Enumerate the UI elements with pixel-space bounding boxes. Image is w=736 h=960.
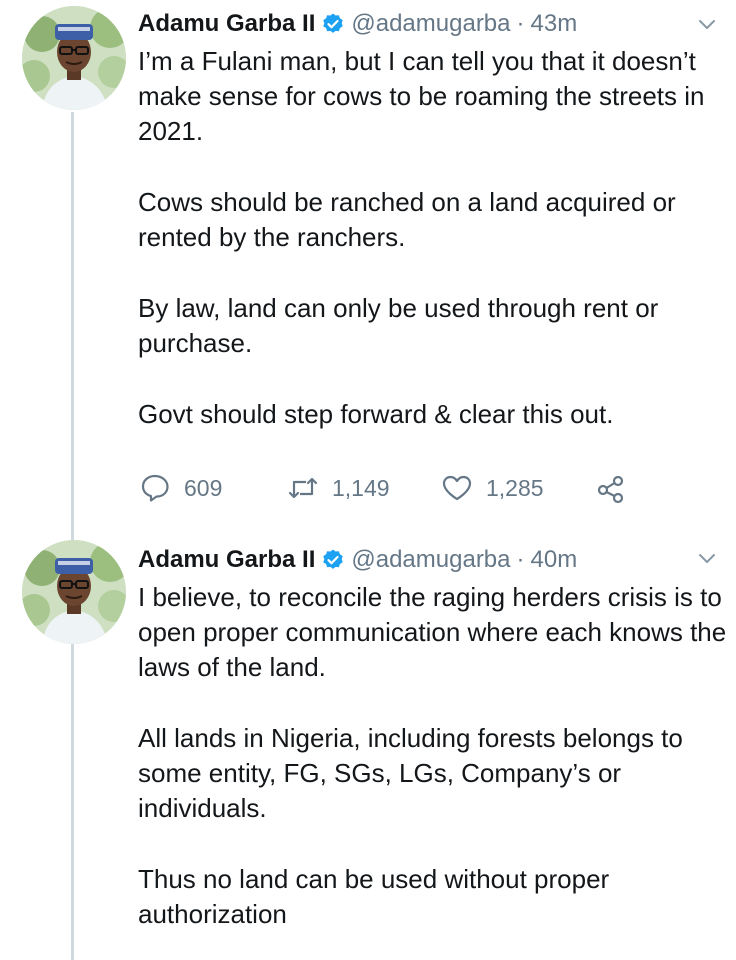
reply-button[interactable]: 609 <box>138 470 222 506</box>
tweet-paragraph: I believe, to reconcile the raging herde… <box>138 582 727 682</box>
tweet-timestamp[interactable]: 43m <box>531 6 578 42</box>
tweet-paragraph: All lands in Nigeria, including forests … <box>138 723 683 823</box>
header-separator: · <box>516 546 525 573</box>
tweet-paragraph: Thus no land can be used without proper … <box>138 864 610 929</box>
like-count: 1,285 <box>486 474 544 501</box>
header-separator: · <box>516 10 525 37</box>
retweet-button[interactable]: 1,149 <box>286 470 390 506</box>
reply-icon <box>141 474 169 502</box>
like-icon <box>442 475 472 501</box>
tweet-paragraph: I’m a Fulani man, but I can tell you tha… <box>138 46 705 146</box>
tweet-text: I believe, to reconcile the raging herde… <box>138 580 728 932</box>
like-button[interactable]: 1,285 <box>440 470 544 506</box>
tweet-2[interactable]: Adamu Garba II @adamugarba · 40m I belie… <box>0 536 736 960</box>
author-avatar[interactable] <box>22 6 126 110</box>
tweet-paragraph: Govt should step forward & clear this ou… <box>138 399 614 429</box>
reply-count: 609 <box>184 474 223 501</box>
avatar-photo <box>22 6 126 110</box>
author-name[interactable]: Adamu Garba II <box>138 6 315 42</box>
tweet-paragraph: Cows should be ranched on a land acquire… <box>138 187 676 252</box>
verified-badge-icon <box>323 549 344 569</box>
avatar-photo <box>22 540 126 644</box>
tweet-paragraph: By law, land can only be used through re… <box>138 293 659 358</box>
tweet-text: I’m a Fulani man, but I can tell you tha… <box>138 44 728 432</box>
tweet-timestamp[interactable]: 40m <box>531 542 578 578</box>
tweet-actions: 609 1,149 1,285 <box>138 470 638 506</box>
tweet-header: Adamu Garba II @adamugarba · 40m <box>138 542 577 578</box>
author-handle[interactable]: @adamugarba <box>351 542 510 578</box>
share-button[interactable] <box>594 470 640 506</box>
author-avatar[interactable] <box>22 540 126 644</box>
tweet-1[interactable]: Adamu Garba II @adamugarba · 43m I’m a F… <box>0 0 736 520</box>
author-name[interactable]: Adamu Garba II <box>138 542 315 578</box>
retweet-count: 1,149 <box>332 474 390 501</box>
tweet-header: Adamu Garba II @adamugarba · 43m <box>138 6 577 42</box>
retweet-icon <box>288 477 318 499</box>
author-handle[interactable]: @adamugarba <box>351 6 510 42</box>
verified-badge-icon <box>323 13 344 33</box>
chevron-down-icon[interactable] <box>692 10 722 40</box>
chevron-down-icon[interactable] <box>692 544 722 574</box>
share-icon <box>597 475 624 504</box>
